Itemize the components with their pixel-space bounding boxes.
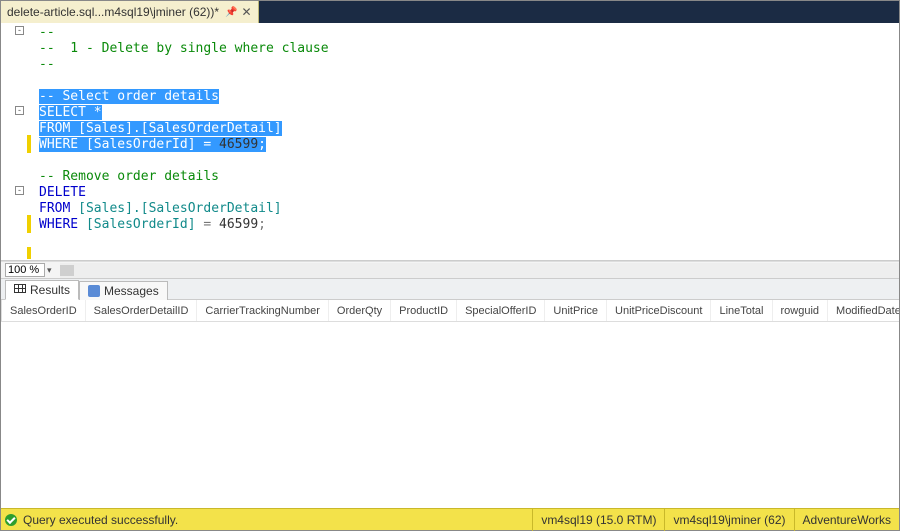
status-login: vm4sql19\jminer (62): [664, 509, 793, 531]
code-line[interactable]: DELETE: [33, 185, 899, 201]
editor-bottom-bar: ▾: [1, 261, 899, 278]
code-line[interactable]: FROM [Sales].[SalesOrderDetail]: [33, 201, 899, 217]
code-line[interactable]: -- Select order details: [33, 89, 899, 105]
column-header[interactable]: SpecialOfferID: [457, 300, 545, 321]
code-line[interactable]: SELECT *: [33, 105, 899, 121]
status-message: Query executed successfully.: [23, 513, 178, 527]
code-line[interactable]: WHERE [SalesOrderId] = 46599;: [33, 137, 899, 153]
code-line[interactable]: --: [33, 57, 899, 73]
ssms-window: delete-article.sql...m4sql19\jminer (62)…: [0, 0, 900, 531]
collapse-icon[interactable]: -: [15, 186, 24, 195]
code-line[interactable]: WHERE [SalesOrderId] = 46599;: [33, 217, 899, 233]
scroll-thumb[interactable]: [60, 265, 74, 276]
tab-messages-label: Messages: [104, 284, 159, 298]
tab-results-label: Results: [30, 283, 70, 297]
grid-icon: [14, 284, 26, 296]
code-line[interactable]: -- 1 - Delete by single where clause: [33, 41, 899, 57]
collapse-icon[interactable]: -: [15, 26, 24, 35]
tab-results[interactable]: Results: [5, 280, 79, 300]
column-header[interactable]: ProductID: [391, 300, 457, 321]
success-icon: [5, 514, 17, 526]
column-header[interactable]: UnitPrice: [545, 300, 607, 321]
document-tabstrip: delete-article.sql...m4sql19\jminer (62)…: [1, 1, 899, 23]
code-line[interactable]: FROM [Sales].[SalesOrderDetail]: [33, 121, 899, 137]
tab-messages[interactable]: Messages: [79, 281, 168, 300]
zoom-control[interactable]: ▾: [1, 263, 56, 277]
column-header[interactable]: rowguid: [773, 300, 829, 321]
code-area[interactable]: ---- 1 - Delete by single where clause--…: [31, 23, 899, 260]
zoom-input[interactable]: [5, 263, 45, 277]
code-line[interactable]: --: [33, 25, 899, 41]
results-tabstrip: Results Messages: [1, 278, 899, 300]
outline-gutter: - - -: [1, 23, 27, 260]
close-icon[interactable]: ✕: [242, 5, 252, 19]
chevron-down-icon[interactable]: ▾: [47, 265, 52, 276]
status-database: AdventureWorks: [794, 509, 899, 531]
sql-editor[interactable]: - - - ---- 1 - Delete by single where cl…: [1, 23, 899, 261]
status-server: vm4sql19 (15.0 RTM): [532, 509, 664, 531]
results-grid[interactable]: SalesOrderIDSalesOrderDetailIDCarrierTra…: [1, 300, 899, 508]
column-header[interactable]: UnitPriceDiscount: [607, 300, 711, 321]
code-line[interactable]: [33, 153, 899, 169]
tab-title: delete-article.sql...m4sql19\jminer (62)…: [7, 5, 219, 19]
column-header[interactable]: CarrierTrackingNumber: [197, 300, 329, 321]
column-header[interactable]: SalesOrderID: [2, 300, 86, 321]
code-line[interactable]: -- Remove order details: [33, 169, 899, 185]
pin-icon[interactable]: 📌: [225, 7, 237, 18]
code-line[interactable]: [33, 73, 899, 89]
status-bar: Query executed successfully. vm4sql19 (1…: [1, 508, 899, 530]
document-tab[interactable]: delete-article.sql...m4sql19\jminer (62)…: [1, 1, 259, 23]
column-header[interactable]: LineTotal: [711, 300, 772, 321]
column-header[interactable]: SalesOrderDetailID: [86, 300, 198, 321]
horizontal-scrollbar[interactable]: [60, 263, 899, 278]
column-header[interactable]: ModifiedDate: [828, 300, 899, 321]
collapse-icon[interactable]: -: [15, 106, 24, 115]
column-header[interactable]: OrderQty: [329, 300, 391, 321]
grid-header: SalesOrderIDSalesOrderDetailIDCarrierTra…: [1, 300, 899, 322]
messages-icon: [88, 285, 100, 297]
